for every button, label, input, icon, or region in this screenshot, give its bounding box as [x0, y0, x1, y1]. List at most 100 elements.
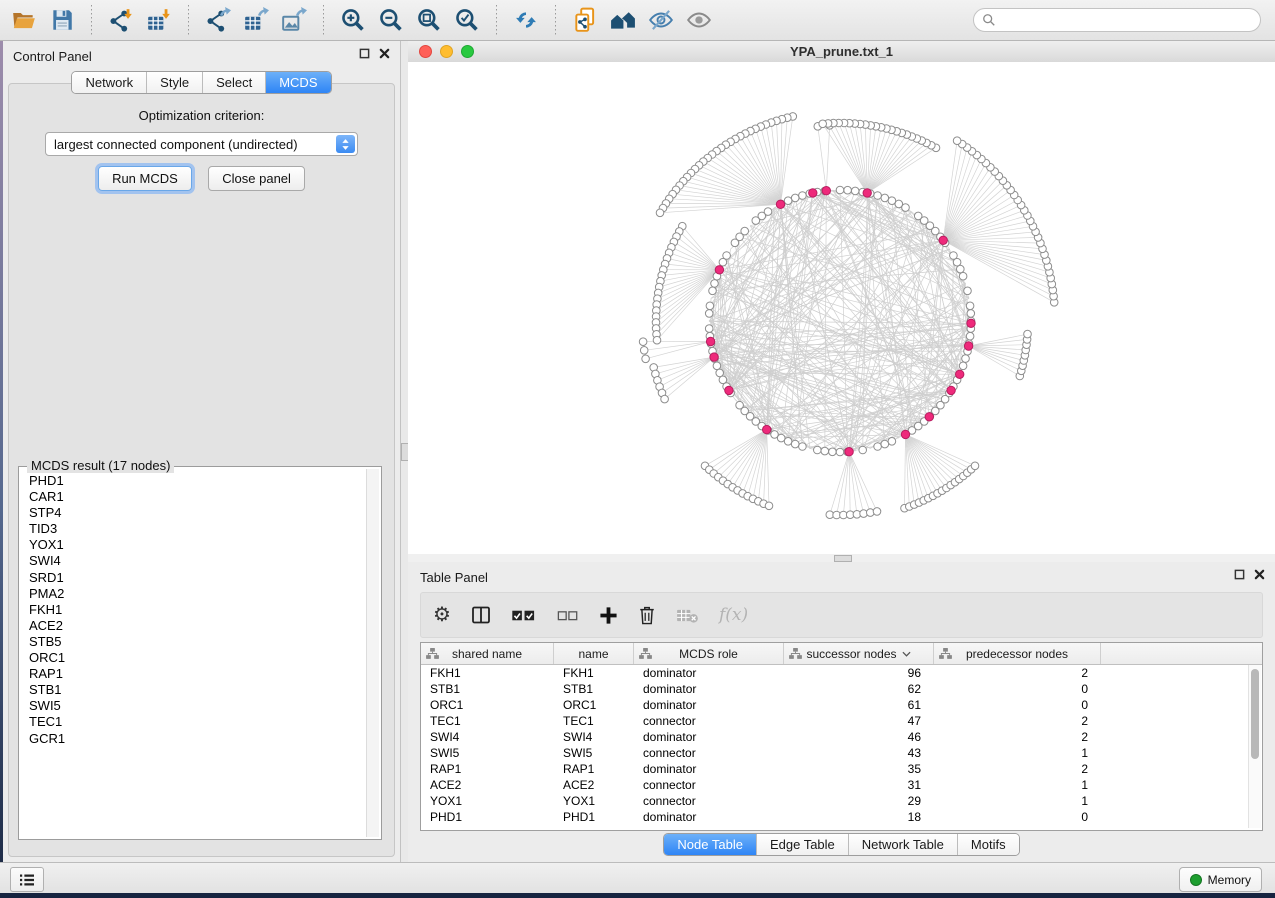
zoom-in-button[interactable]: [334, 3, 372, 37]
criterion-select[interactable]: largest connected component (undirected): [45, 132, 358, 156]
cell-shared-name: PHD1: [421, 810, 554, 824]
mcds-result-item[interactable]: SWI4: [22, 553, 364, 569]
float-table-panel-icon[interactable]: [1234, 569, 1245, 580]
table-settings-button[interactable]: ⚙: [433, 602, 451, 628]
mcds-list-scrollbar[interactable]: [366, 469, 379, 837]
table-row[interactable]: YOX1YOX1connector291: [421, 793, 1262, 809]
import-network-button[interactable]: [102, 3, 140, 37]
search-input[interactable]: [996, 11, 1260, 29]
mcds-result-item[interactable]: PMA2: [22, 586, 364, 602]
column-header-name[interactable]: name: [554, 643, 634, 664]
column-header-shared-name[interactable]: shared name: [421, 643, 554, 664]
float-panel-icon[interactable]: [359, 48, 370, 59]
zoom-out-button[interactable]: [372, 3, 410, 37]
mcds-result-item[interactable]: TID3: [22, 521, 364, 537]
cell-name: SWI5: [554, 746, 634, 760]
table-row[interactable]: STB1STB1dominator620: [421, 681, 1262, 697]
mcds-result-list[interactable]: PHD1CAR1STP4TID3YOX1SWI4SRD1PMA2FKH1ACE2…: [22, 473, 364, 836]
mcds-result-item[interactable]: PHD1: [22, 473, 364, 489]
task-history-button[interactable]: [10, 867, 44, 892]
column-header-MCDS-role[interactable]: MCDS role: [634, 643, 784, 664]
tab-mcds[interactable]: MCDS: [266, 72, 330, 93]
cell-predecessor-nodes: 0: [934, 698, 1101, 712]
delete-column-button[interactable]: [638, 602, 656, 628]
hide-selected-button[interactable]: [642, 3, 680, 37]
table-row[interactable]: TEC1TEC1connector472: [421, 713, 1262, 729]
table-row[interactable]: SWI4SWI4dominator462: [421, 729, 1262, 745]
export-image-button[interactable]: [275, 3, 313, 37]
gear-icon: ⚙: [433, 605, 451, 625]
network-graph[interactable]: [408, 62, 1275, 554]
close-table-panel-icon[interactable]: [1254, 569, 1265, 580]
refresh-button[interactable]: [507, 3, 545, 37]
mcds-result-item[interactable]: STP4: [22, 505, 364, 521]
mcds-result-item[interactable]: FKH1: [22, 602, 364, 618]
run-mcds-button[interactable]: Run MCDS: [98, 166, 192, 191]
control-panel-title: Control Panel: [13, 49, 92, 64]
mcds-result-item[interactable]: CAR1: [22, 489, 364, 505]
mcds-result-item[interactable]: GCR1: [22, 731, 364, 747]
cell-predecessor-nodes: 2: [934, 730, 1101, 744]
zoom-selected-button[interactable]: [448, 3, 486, 37]
table-row[interactable]: FKH1FKH1dominator962: [421, 665, 1262, 681]
mcds-result-item[interactable]: ACE2: [22, 618, 364, 634]
function-builder-button: f(x): [719, 602, 748, 628]
select-all-icon: [511, 607, 537, 624]
mcds-result-item[interactable]: STB1: [22, 682, 364, 698]
table-tab-motifs[interactable]: Motifs: [958, 834, 1019, 855]
horizontal-splitter-handle[interactable]: [834, 555, 852, 562]
table-scrollbar[interactable]: [1248, 665, 1261, 828]
mcds-result-item[interactable]: YOX1: [22, 537, 364, 553]
column-header-predecessor-nodes[interactable]: predecessor nodes: [934, 643, 1101, 664]
mcds-result-item[interactable]: ORC1: [22, 650, 364, 666]
delete-column-icon: [638, 605, 656, 625]
horizontal-splitter[interactable]: [408, 554, 1275, 562]
first-neighbors-button[interactable]: [604, 3, 642, 37]
clone-network-button[interactable]: [566, 3, 604, 37]
cell-successor-nodes: 62: [784, 682, 934, 696]
network-canvas[interactable]: [408, 62, 1275, 554]
mcds-result-item[interactable]: SRD1: [22, 570, 364, 586]
table-tab-network-table[interactable]: Network Table: [849, 834, 958, 855]
tab-style[interactable]: Style: [147, 72, 203, 93]
close-panel-icon[interactable]: [379, 48, 390, 59]
cell-predecessor-nodes: 2: [934, 762, 1101, 776]
select-all-button[interactable]: [511, 602, 537, 628]
save-session-button[interactable]: [43, 3, 81, 37]
cell-shared-name: TEC1: [421, 714, 554, 728]
mcds-result-group: MCDS result (17 nodes) PHD1CAR1STP4TID3Y…: [18, 466, 382, 840]
tab-select[interactable]: Select: [203, 72, 266, 93]
unselect-all-button[interactable]: [557, 602, 579, 628]
export-table-button[interactable]: [237, 3, 275, 37]
close-panel-button[interactable]: Close panel: [208, 166, 305, 191]
table-scrollbar-thumb[interactable]: [1251, 669, 1259, 759]
mcds-result-item[interactable]: RAP1: [22, 666, 364, 682]
column-label: successor nodes: [806, 647, 896, 661]
zoom-fit-button[interactable]: [410, 3, 448, 37]
memory-label: Memory: [1208, 873, 1251, 887]
show-columns-button[interactable]: [471, 602, 491, 628]
table-tab-edge-table[interactable]: Edge Table: [757, 834, 849, 855]
open-file-button[interactable]: [5, 3, 43, 37]
table-row[interactable]: SWI5SWI5connector431: [421, 745, 1262, 761]
cell-shared-name: YOX1: [421, 794, 554, 808]
table-row[interactable]: PHD1PHD1dominator180: [421, 809, 1262, 825]
mcds-result-item[interactable]: TEC1: [22, 714, 364, 730]
show-all-icon: [686, 7, 712, 33]
column-header-successor-nodes[interactable]: successor nodes: [784, 643, 934, 664]
tab-network[interactable]: Network: [72, 72, 147, 93]
table-row[interactable]: ACE2ACE2connector311: [421, 777, 1262, 793]
mcds-result-item[interactable]: STB5: [22, 634, 364, 650]
memory-button[interactable]: Memory: [1179, 867, 1262, 892]
table-row[interactable]: ORC1ORC1dominator610: [421, 697, 1262, 713]
table-row[interactable]: RAP1RAP1dominator352: [421, 761, 1262, 777]
show-columns-icon: [471, 605, 491, 625]
show-all-button[interactable]: [680, 3, 718, 37]
cell-successor-nodes: 35: [784, 762, 934, 776]
table-tab-node-table[interactable]: Node Table: [664, 834, 757, 855]
import-table-button[interactable]: [140, 3, 178, 37]
export-network-button[interactable]: [199, 3, 237, 37]
mcds-result-item[interactable]: SWI5: [22, 698, 364, 714]
add-column-button[interactable]: [599, 602, 618, 628]
select-stepper: [336, 135, 355, 153]
